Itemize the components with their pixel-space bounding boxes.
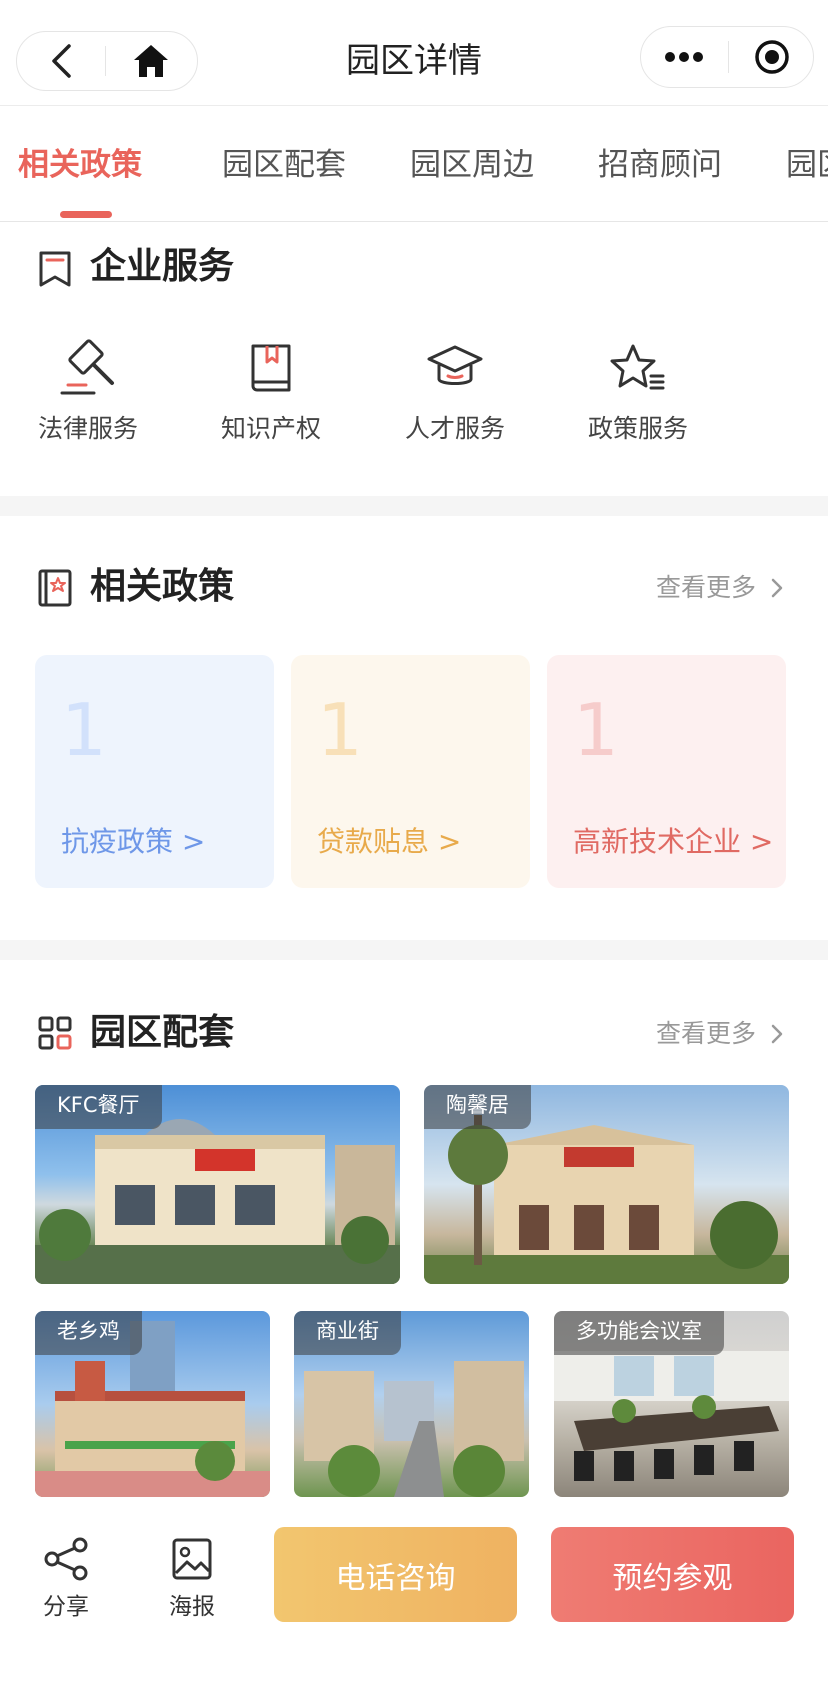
bookmark-icon — [39, 251, 71, 287]
poster-button[interactable]: 海报 — [152, 1537, 232, 1621]
tab-bar: 相关政策 园区配套 园区周边 招商顾问 园区 — [0, 106, 828, 222]
service-label: 人才服务 — [404, 414, 505, 443]
service-label: 知识产权 — [220, 414, 321, 443]
policy-document-icon — [38, 569, 72, 607]
facility-name-tag: 老乡鸡 — [35, 1311, 142, 1355]
facility-card-commercial-street[interactable]: 商业街 — [294, 1311, 529, 1497]
more-link-label: 查看更多 — [656, 573, 757, 602]
grid-icon — [38, 1016, 72, 1050]
facility-card-kfc[interactable]: KFC餐厅 — [35, 1085, 400, 1284]
service-ip[interactable]: 知识产权 — [206, 336, 336, 446]
target-circle-icon — [755, 40, 789, 74]
bottom-action-bar: 分享 海报 电话咨询 预约参观 — [0, 1497, 828, 1687]
navigation-bar: 园区详情 — [0, 0, 828, 106]
chevron-right-icon — [771, 578, 783, 598]
section-divider — [0, 496, 828, 516]
phone-consult-button[interactable]: 电话咨询 — [274, 1527, 517, 1622]
section-title-services: 企业服务 — [90, 246, 235, 287]
service-label: 政策服务 — [587, 414, 688, 443]
service-legal[interactable]: 法律服务 — [23, 336, 153, 446]
tab-advisor[interactable]: 招商顾问 — [598, 144, 722, 186]
poster-label: 海报 — [169, 1594, 215, 1620]
section-title-policies: 相关政策 — [90, 566, 235, 607]
tab-policies[interactable]: 相关政策 — [18, 144, 142, 186]
service-label: 法律服务 — [37, 414, 138, 443]
star-list-icon — [610, 344, 665, 390]
facility-card-laoxiangji[interactable]: 老乡鸡 — [35, 1311, 270, 1497]
policy-name: 抗疫政策 > — [61, 825, 206, 858]
chevron-right-icon — [771, 1024, 783, 1044]
close-miniprogram-button[interactable] — [729, 27, 815, 87]
policy-card-epidemic[interactable]: 1 抗疫政策 > — [35, 655, 274, 888]
service-talent[interactable]: 人才服务 — [390, 336, 520, 446]
section-title-facilities: 园区配套 — [90, 1012, 235, 1053]
facility-card-taoxinju[interactable]: 陶馨居 — [424, 1085, 789, 1284]
share-icon — [44, 1537, 88, 1581]
facility-name-tag: 多功能会议室 — [554, 1311, 724, 1355]
section-divider — [0, 940, 828, 960]
service-policy[interactable]: 政策服务 — [573, 336, 703, 446]
gavel-icon — [60, 339, 114, 395]
book-visit-button[interactable]: 预约参观 — [551, 1527, 794, 1622]
graduation-cap-icon — [427, 345, 483, 385]
policy-card-hightech[interactable]: 1 高新技术企业 > — [547, 655, 786, 888]
more-menu-button[interactable] — [641, 27, 727, 87]
book-icon — [251, 344, 291, 392]
policy-count: 1 — [61, 688, 107, 772]
tab-surroundings[interactable]: 园区周边 — [410, 144, 534, 186]
tab-facilities[interactable]: 园区配套 — [222, 144, 346, 186]
policy-name: 贷款贴息 > — [317, 825, 462, 858]
active-tab-indicator — [60, 211, 112, 218]
more-dots-icon — [665, 52, 703, 62]
policies-more-link[interactable]: 查看更多 — [656, 571, 784, 605]
facility-name-tag: 陶馨居 — [424, 1085, 531, 1129]
share-label: 分享 — [43, 1594, 89, 1620]
facilities-more-link[interactable]: 查看更多 — [656, 1017, 784, 1051]
facility-card-meeting-room[interactable]: 多功能会议室 — [554, 1311, 789, 1497]
share-button[interactable]: 分享 — [26, 1537, 106, 1621]
tab-more[interactable]: 园区 — [786, 144, 828, 186]
more-link-label: 查看更多 — [656, 1019, 757, 1048]
policy-count: 1 — [317, 688, 363, 772]
image-icon — [172, 1538, 212, 1580]
facility-name-tag: KFC餐厅 — [35, 1085, 162, 1129]
policy-name: 高新技术企业 > — [573, 825, 774, 858]
policy-count: 1 — [573, 688, 619, 772]
facility-name-tag: 商业街 — [294, 1311, 401, 1355]
nav-capsule-right — [640, 26, 814, 88]
policy-card-loan-subsidy[interactable]: 1 贷款贴息 > — [291, 655, 530, 888]
